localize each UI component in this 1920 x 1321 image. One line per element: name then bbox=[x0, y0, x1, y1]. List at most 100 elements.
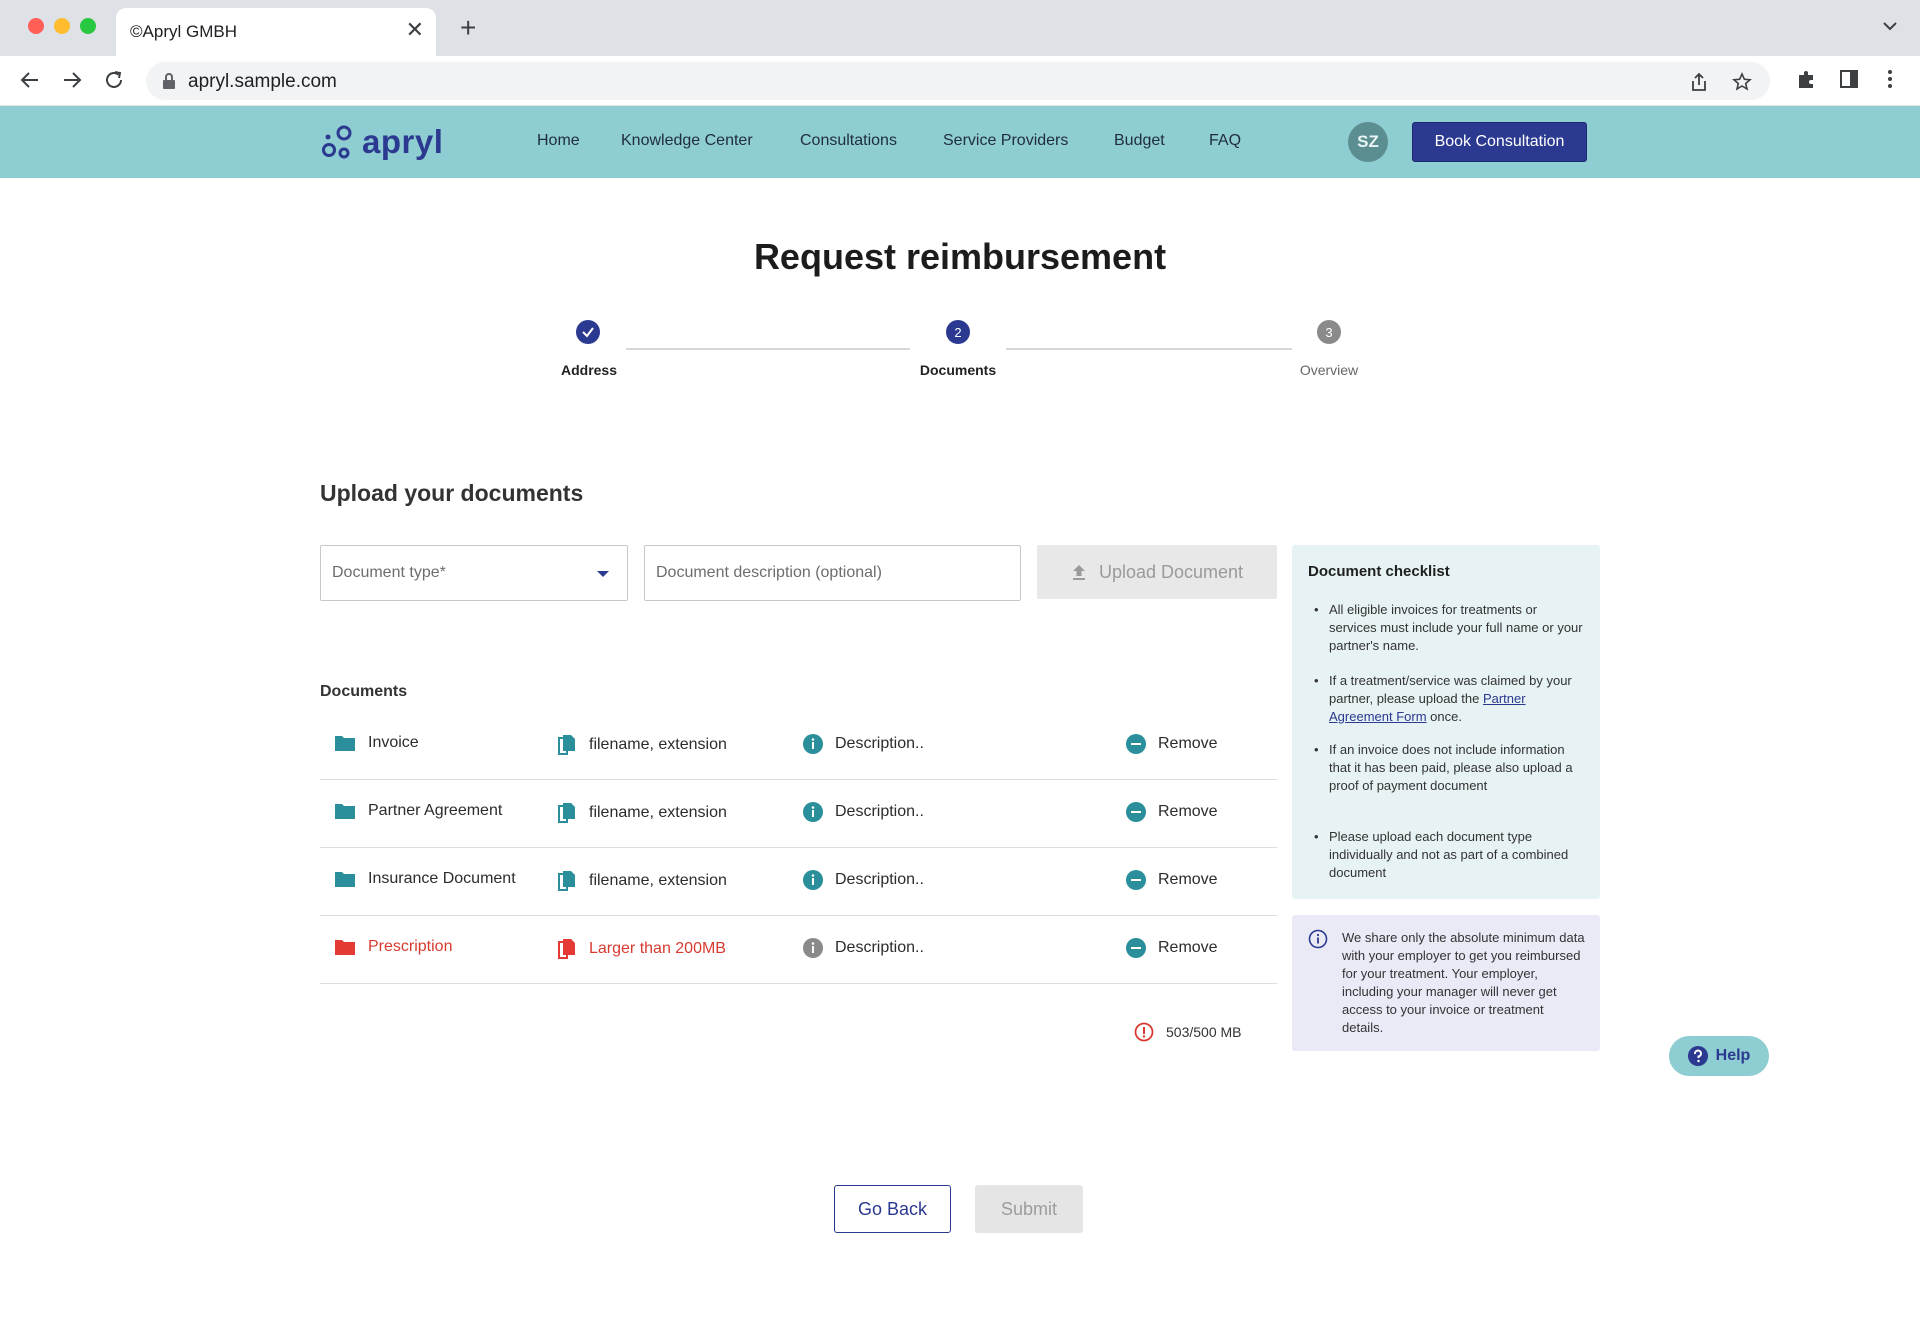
step-label-overview: Overview bbox=[1299, 362, 1359, 378]
document-type-cell: Prescription bbox=[334, 938, 452, 956]
upload-section-title: Upload your documents bbox=[320, 480, 584, 506]
remove-label: Remove bbox=[1158, 735, 1218, 752]
checklist-item-text: If a treatment/service was claimed by yo… bbox=[1329, 673, 1572, 706]
submit-button[interactable]: Submit bbox=[975, 1185, 1083, 1233]
reload-icon[interactable] bbox=[102, 68, 126, 92]
document-checklist: Document checklist All eligible invoices… bbox=[1292, 545, 1600, 899]
document-type-select[interactable]: Document type* bbox=[320, 545, 628, 601]
file-icon bbox=[558, 735, 575, 755]
tab-close-icon[interactable]: ✕ bbox=[406, 18, 424, 42]
document-type-label: Invoice bbox=[368, 734, 419, 751]
document-type-label: Prescription bbox=[368, 938, 453, 955]
remove-label: Remove bbox=[1158, 803, 1218, 820]
remove-icon bbox=[1126, 802, 1146, 822]
remove-label: Remove bbox=[1158, 871, 1218, 888]
document-file-cell: filename, extension bbox=[557, 734, 727, 756]
checklist-title: Document checklist bbox=[1308, 563, 1450, 580]
more-menu-icon[interactable] bbox=[1880, 68, 1900, 90]
storage-usage-text: 503/500 MB bbox=[1166, 1024, 1242, 1040]
address-bar[interactable]: apryl.sample.com bbox=[146, 62, 1770, 100]
step-label-documents: Documents bbox=[919, 362, 997, 378]
dropdown-caret-icon bbox=[597, 571, 609, 577]
document-type-label: Insurance Document bbox=[368, 870, 516, 887]
document-description-cell[interactable]: Description.. bbox=[803, 870, 924, 890]
document-file-label: filename, extension bbox=[589, 872, 727, 889]
new-tab-button[interactable]: + bbox=[460, 12, 476, 44]
storage-usage: 503/500 MB bbox=[1134, 1022, 1242, 1042]
nav-service-providers[interactable]: Service Providers bbox=[943, 132, 1068, 150]
step-address-check-icon bbox=[576, 320, 600, 344]
document-file-label: filename, extension bbox=[589, 736, 727, 753]
nav-budget[interactable]: Budget bbox=[1114, 132, 1165, 150]
document-description-cell[interactable]: Description.. bbox=[803, 938, 924, 958]
folder-icon bbox=[335, 804, 355, 819]
folder-icon bbox=[335, 940, 355, 955]
remove-icon bbox=[1126, 734, 1146, 754]
lock-icon bbox=[163, 73, 175, 89]
step-documents-number: 2 bbox=[946, 320, 970, 344]
browser-toolbar: apryl.sample.com bbox=[0, 56, 1920, 106]
document-type-cell: Insurance Document bbox=[334, 870, 516, 888]
info-icon bbox=[803, 938, 823, 958]
info-icon bbox=[803, 734, 823, 754]
info-icon bbox=[803, 802, 823, 822]
nav-consultations[interactable]: Consultations bbox=[800, 132, 897, 150]
remove-document-button[interactable]: Remove bbox=[1126, 870, 1218, 890]
document-description-input[interactable]: Document description (optional) bbox=[644, 545, 1021, 601]
nav-faq[interactable]: FAQ bbox=[1209, 132, 1241, 150]
checklist-item-text: once. bbox=[1426, 709, 1462, 724]
window-maximize-button[interactable] bbox=[80, 18, 96, 34]
upload-document-button[interactable]: Upload Document bbox=[1037, 545, 1277, 599]
document-description-cell[interactable]: Description.. bbox=[803, 734, 924, 754]
site-header: apryl Home Knowledge Center Consultation… bbox=[0, 106, 1920, 178]
checklist-item: If an invoice does not include informati… bbox=[1314, 741, 1587, 795]
remove-label: Remove bbox=[1158, 939, 1218, 956]
forward-arrow-icon[interactable] bbox=[60, 68, 84, 92]
window-minimize-button[interactable] bbox=[54, 18, 70, 34]
remove-document-button[interactable]: Remove bbox=[1126, 802, 1218, 822]
document-row: Insurance Document filename, extension D… bbox=[320, 848, 1277, 916]
step-overview-number: 3 bbox=[1317, 320, 1341, 344]
remove-document-button[interactable]: Remove bbox=[1126, 938, 1218, 958]
question-icon bbox=[1687, 1046, 1708, 1066]
book-consultation-button[interactable]: Book Consultation bbox=[1412, 122, 1587, 162]
apryl-logo[interactable]: apryl bbox=[320, 122, 443, 162]
document-description-label: Description.. bbox=[835, 735, 924, 752]
checklist-item: If a treatment/service was claimed by yo… bbox=[1314, 672, 1587, 726]
chevron-down-icon[interactable] bbox=[1880, 16, 1900, 36]
remove-icon bbox=[1126, 938, 1146, 958]
go-back-button[interactable]: Go Back bbox=[834, 1185, 951, 1233]
window-close-button[interactable] bbox=[28, 18, 44, 34]
checklist-item: Please upload each document type individ… bbox=[1314, 828, 1587, 882]
bookmark-star-icon[interactable] bbox=[1732, 72, 1752, 92]
document-description-placeholder: Document description (optional) bbox=[656, 564, 882, 581]
document-type-cell: Partner Agreement bbox=[334, 802, 502, 820]
help-label: Help bbox=[1715, 1047, 1751, 1064]
document-row: Invoice filename, extension Description.… bbox=[320, 712, 1277, 780]
avatar[interactable]: SZ bbox=[1348, 122, 1388, 162]
nav-knowledge-center[interactable]: Knowledge Center bbox=[621, 132, 753, 150]
document-description-label: Description.. bbox=[835, 939, 924, 956]
logo-mark-icon bbox=[322, 125, 352, 159]
privacy-notice: We share only the absolute minimum data … bbox=[1292, 915, 1600, 1051]
remove-document-button[interactable]: Remove bbox=[1126, 734, 1218, 754]
side-panel-icon[interactable] bbox=[1838, 68, 1860, 90]
step-label-address: Address bbox=[560, 362, 618, 378]
document-type-cell: Invoice bbox=[334, 734, 419, 752]
document-type-placeholder: Document type* bbox=[332, 564, 446, 581]
extensions-puzzle-icon[interactable] bbox=[1796, 68, 1818, 90]
file-icon bbox=[558, 803, 575, 823]
browser-tab[interactable]: ©Apryl GMBH ✕ bbox=[116, 8, 436, 56]
document-description-label: Description.. bbox=[835, 803, 924, 820]
tab-title: ©Apryl GMBH bbox=[130, 22, 237, 41]
document-file-label: filename, extension bbox=[589, 804, 727, 821]
page-title: Request reimbursement bbox=[753, 236, 1167, 277]
help-button[interactable]: Help bbox=[1669, 1036, 1769, 1076]
back-arrow-icon[interactable] bbox=[18, 68, 42, 92]
share-icon[interactable] bbox=[1690, 72, 1708, 92]
url-text: apryl.sample.com bbox=[188, 71, 337, 92]
document-file-cell: Larger than 200MB bbox=[557, 938, 726, 960]
document-description-cell[interactable]: Description.. bbox=[803, 802, 924, 822]
nav-home[interactable]: Home bbox=[537, 132, 580, 150]
file-icon bbox=[558, 871, 575, 891]
